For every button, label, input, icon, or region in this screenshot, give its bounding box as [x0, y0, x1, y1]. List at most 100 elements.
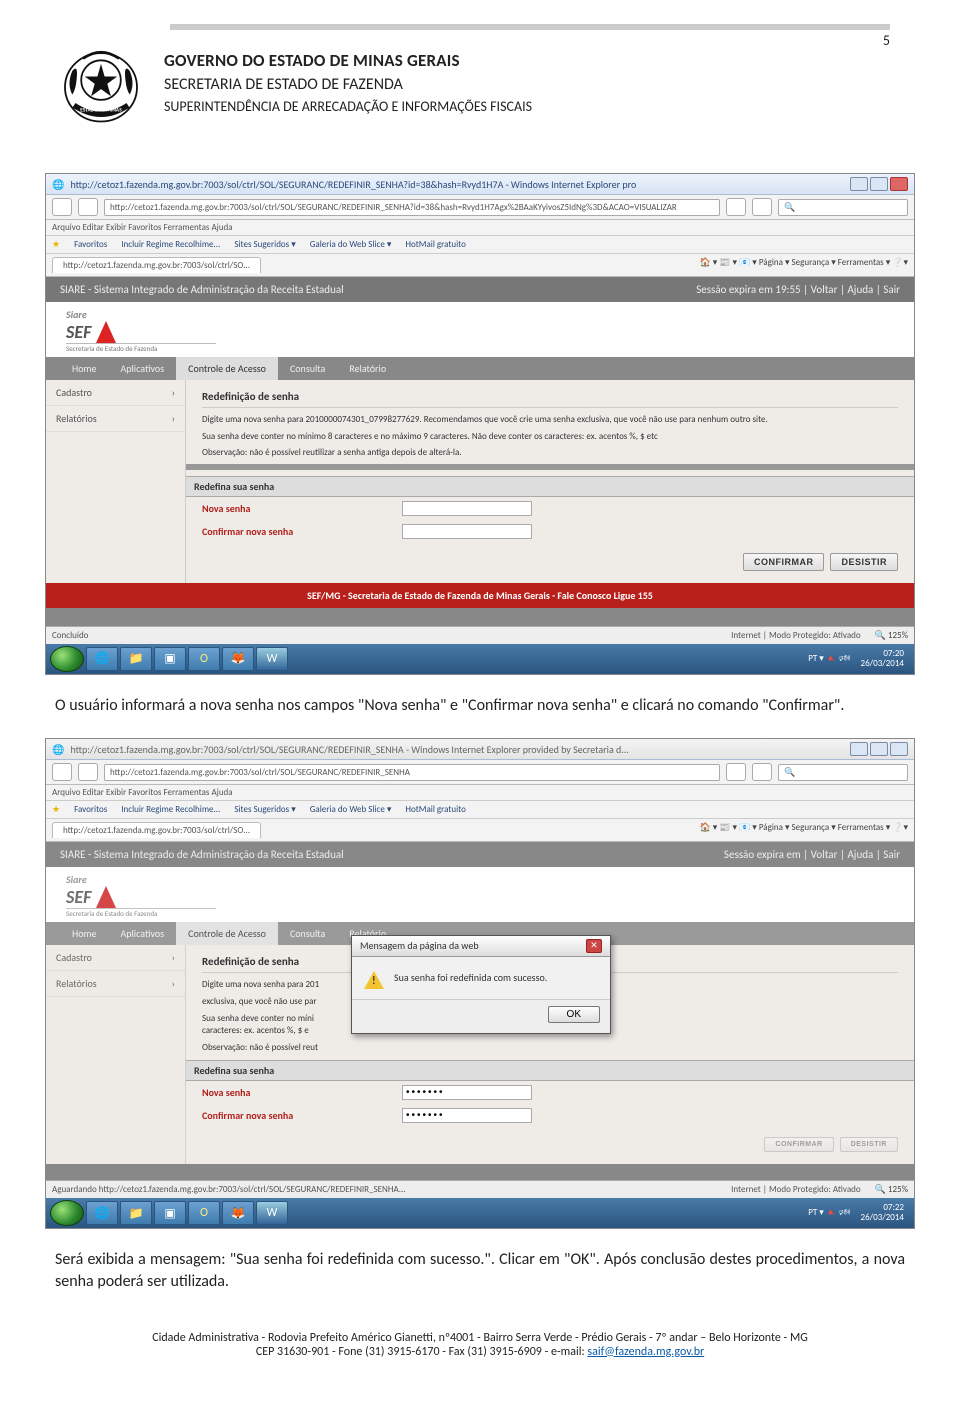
fav-item-0[interactable]: Incluir Regime Recolhime... [121, 239, 220, 250]
tab-aplicativos[interactable]: Aplicativos [108, 922, 176, 945]
window-title: http://cetoz1.fazenda.mg.gov.br:7003/sol… [70, 178, 844, 191]
windows-taskbar: 🌐 📁 ▣ O 🦊 W PT ▾ 🔺 🕬 07:22 26/03/2014 [46, 1198, 914, 1228]
main-panel: Redefinição de senha Digite uma nova sen… [186, 380, 914, 583]
taskbar-firefox-icon[interactable]: 🦊 [222, 647, 254, 671]
taskbar-outlook-icon[interactable]: O [188, 1201, 220, 1225]
fav-item-1[interactable]: Sites Sugeridos ▾ [234, 239, 295, 250]
tab-controle-acesso[interactable]: Controle de Acesso [176, 922, 278, 945]
notice-3: Observação: não é possível reutilizar a … [202, 447, 898, 460]
tab-consulta[interactable]: Consulta [278, 357, 337, 380]
dialog-close-button[interactable]: ✕ [586, 939, 602, 953]
favorites-bar[interactable]: ★ Favoritos Incluir Regime Recolhime... … [46, 236, 914, 254]
sef-triangle-icon [96, 321, 116, 343]
dialog-ok-button[interactable]: OK [548, 1006, 600, 1023]
ie-icon: 🌐 [52, 178, 64, 191]
siare-session[interactable]: Sessão expira em | Voltar | Ajuda | Sair [724, 848, 900, 861]
taskbar-word-icon[interactable]: W [256, 647, 288, 671]
fav-item-2[interactable]: Galeria do Web Slice ▾ [310, 804, 392, 815]
star-icon: ★ [52, 239, 60, 250]
confirmar-button[interactable]: CONFIRMAR [743, 553, 825, 571]
url-input[interactable]: http://cetoz1.fazenda.mg.gov.br:7003/sol… [104, 764, 720, 781]
favorites-bar[interactable]: ★ Favoritos Incluir Regime Recolhime... … [46, 801, 914, 819]
browser-tab[interactable]: http://cetoz1.fazenda.mg.gov.br:7003/sol… [52, 257, 261, 273]
fav-item-3[interactable]: HotMail gratuito [405, 804, 465, 815]
desistir-button[interactable]: DESISTIR [840, 1137, 898, 1152]
sidebar-item-cadastro[interactable]: Cadastro› [46, 380, 185, 406]
taskbar-word-icon[interactable]: W [256, 1201, 288, 1225]
window-controls[interactable] [850, 742, 908, 756]
taskbar-app-icon[interactable]: ▣ [154, 1201, 186, 1225]
tab-relatorio[interactable]: Relatório [337, 357, 398, 380]
ie-menu-bar[interactable]: Arquivo Editar Exibir Favoritos Ferramen… [46, 220, 914, 236]
ie-menu-bar[interactable]: Arquivo Editar Exibir Favoritos Ferramen… [46, 785, 914, 801]
forward-button[interactable] [78, 763, 98, 781]
footer-line2: CEP 31630-901 - Fone (31) 3915-6170 - Fa… [256, 1345, 588, 1359]
fav-item-0[interactable]: Incluir Regime Recolhime... [121, 804, 220, 815]
siare-session[interactable]: Sessão expira em 19:55 | Voltar | Ajuda … [696, 283, 900, 296]
tab-consulta[interactable]: Consulta [278, 922, 337, 945]
taskbar-outlook-icon[interactable]: O [188, 647, 220, 671]
url-input[interactable]: http://cetoz1.fazenda.mg.gov.br:7003/sol… [104, 199, 720, 216]
input-nova-senha[interactable] [402, 501, 532, 516]
status-zoom[interactable]: 🔍 125% [875, 630, 908, 641]
stop-button[interactable] [752, 198, 772, 216]
browser-tab[interactable]: http://cetoz1.fazenda.mg.gov.br:7003/sol… [52, 822, 261, 838]
confirmar-button[interactable]: CONFIRMAR [764, 1137, 833, 1152]
siare-title: SIARE - Sistema Integrado de Administraç… [60, 848, 344, 861]
screenshot-2: 🌐 http://cetoz1.fazenda.mg.gov.br:7003/s… [45, 738, 915, 1229]
fav-item-1[interactable]: Sites Sugeridos ▾ [234, 804, 295, 815]
sef-triangle-icon [96, 886, 116, 908]
taskbar-explorer-icon[interactable]: 📁 [120, 1201, 152, 1225]
status-zoom[interactable]: 🔍 125% [875, 1184, 908, 1195]
siare-red-footer: SEF/MG - Secretaria de Estado de Fazenda… [46, 583, 914, 608]
refresh-button[interactable] [726, 198, 746, 216]
input-confirmar-senha[interactable] [402, 1108, 532, 1123]
sidebar-item-cadastro[interactable]: Cadastro› [46, 945, 185, 971]
fav-item-2[interactable]: Galeria do Web Slice ▾ [310, 239, 392, 250]
tab-home[interactable]: Home [60, 922, 108, 945]
tab-aplicativos[interactable]: Aplicativos [108, 357, 176, 380]
siare-top-bar: SIARE - Sistema Integrado de Administraç… [46, 842, 914, 867]
label-confirmar-senha: Confirmar nova senha [202, 525, 392, 538]
tray-date: 26/03/2014 [861, 1213, 904, 1223]
footer-line1: Cidade Administrativa - Rodovia Prefeito… [50, 1331, 910, 1345]
input-confirmar-senha[interactable] [402, 524, 532, 539]
footer-email-link[interactable]: saif@fazenda.mg.gov.br [587, 1345, 704, 1359]
tab-home[interactable]: Home [60, 357, 108, 380]
search-input[interactable]: 🔍 [778, 199, 908, 216]
ie-icon: 🌐 [52, 743, 64, 756]
sidebar-item-relatorios[interactable]: Relatórios› [46, 406, 185, 432]
forward-button[interactable] [78, 198, 98, 216]
start-button[interactable] [50, 1200, 84, 1226]
tray-lang[interactable]: PT ▾ 🔺 🕬 [808, 1208, 850, 1218]
tray-lang[interactable]: PT ▾ 🔺 🕬 [808, 654, 850, 664]
favorites-label: Favoritos [74, 804, 107, 815]
taskbar-explorer-icon[interactable]: 📁 [120, 647, 152, 671]
search-input[interactable]: 🔍 [778, 764, 908, 781]
sidebar-item-relatorios[interactable]: Relatórios› [46, 971, 185, 997]
siare-title: SIARE - Sistema Integrado de Administraç… [60, 283, 344, 296]
screenshot-1: 🌐 http://cetoz1.fazenda.mg.gov.br:7003/s… [45, 173, 915, 675]
back-button[interactable] [52, 198, 72, 216]
taskbar-ie-icon[interactable]: 🌐 [86, 1201, 118, 1225]
label-nova-senha: Nova senha [202, 502, 392, 515]
command-bar[interactable]: 🏠 ▾ 📰 ▾ 📧 ▾ Página ▾ Segurança ▾ Ferrame… [699, 822, 908, 838]
header-line3: SUPERINTENDÊNCIA DE ARRECADAÇÃO E INFORM… [164, 98, 532, 115]
sef-logo-area: Siare SEF Secretaria de Estado de Fazend… [46, 302, 914, 353]
taskbar-ie-icon[interactable]: 🌐 [86, 647, 118, 671]
taskbar-firefox-icon[interactable]: 🦊 [222, 1201, 254, 1225]
taskbar-app-icon[interactable]: ▣ [154, 647, 186, 671]
dialog-message: Sua senha foi redefinida com sucesso. [394, 971, 547, 984]
svg-text:ESTADO DE MINAS: ESTADO DE MINAS [80, 108, 122, 114]
back-button[interactable] [52, 763, 72, 781]
tab-controle-acesso[interactable]: Controle de Acesso [176, 357, 278, 380]
stop-button[interactable] [752, 763, 772, 781]
fav-item-3[interactable]: HotMail gratuito [405, 239, 465, 250]
desistir-button[interactable]: DESISTIR [830, 553, 898, 571]
refresh-button[interactable] [726, 763, 746, 781]
input-nova-senha[interactable] [402, 1085, 532, 1100]
notice-2: Sua senha deve conter no mínimo 8 caract… [202, 431, 898, 444]
window-controls[interactable] [850, 177, 908, 191]
start-button[interactable] [50, 646, 84, 672]
command-bar[interactable]: 🏠 ▾ 📰 ▾ 📧 ▾ Página ▾ Segurança ▾ Ferrame… [699, 257, 908, 273]
